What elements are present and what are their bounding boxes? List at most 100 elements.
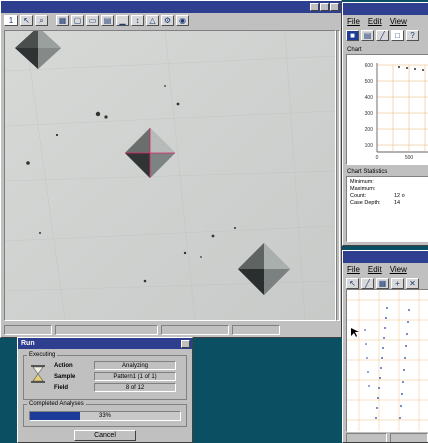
- action-label: Action: [54, 362, 73, 369]
- pattern-delete-icon[interactable]: ✕: [406, 278, 419, 289]
- magnify-tool-icon[interactable]: ⌕: [35, 15, 48, 26]
- stat-label: Case Depth:: [350, 200, 381, 206]
- hourglass-icon: [30, 364, 46, 384]
- chart-print-icon[interactable]: □: [391, 30, 404, 41]
- executing-label: Executing: [29, 352, 56, 358]
- chart-data-points: [398, 66, 424, 71]
- minimize-button[interactable]: [310, 3, 319, 11]
- pattern-traverse-right: [399, 309, 410, 419]
- stat-row: Maximum:: [350, 186, 426, 193]
- settings-tool-icon[interactable]: ⚙: [161, 15, 174, 26]
- status-pane-3: [161, 325, 229, 335]
- executing-group: Executing Action Analyzing Sample Patter…: [23, 352, 187, 400]
- grid-tool-icon[interactable]: ▦: [56, 15, 69, 26]
- y-tick-label: 200: [365, 127, 374, 133]
- field-label: Field: [54, 384, 69, 391]
- pattern-status-pane-2: [390, 433, 428, 442]
- zoom-select[interactable]: 1: [4, 15, 18, 26]
- maximize-button[interactable]: [320, 3, 329, 11]
- chart-help-icon[interactable]: ?: [406, 30, 419, 41]
- table-tool-icon[interactable]: ▤: [101, 15, 114, 26]
- run-dialog-title: Run: [21, 340, 35, 347]
- chart-panel: 600 500 400 300 200 100 0 500: [346, 54, 428, 165]
- menu-edit[interactable]: Edit: [368, 17, 382, 26]
- run-dialog-close-button[interactable]: [181, 339, 190, 348]
- stat-label: Minimum:: [350, 179, 374, 185]
- measure-tool-icon[interactable]: ↕: [131, 15, 144, 26]
- analysis-progress-bar: 33%: [29, 411, 181, 421]
- stat-row: Minimum:: [350, 179, 426, 186]
- chart-window-titlebar[interactable]: [343, 3, 428, 15]
- cancel-button[interactable]: Cancel: [74, 430, 136, 441]
- y-tick-label: 300: [365, 111, 374, 117]
- sample-label: Sample: [54, 373, 76, 380]
- sample-value: Pattern1 (1 of 1): [94, 372, 176, 381]
- image-toolbar: 1 ↖ ⌕ ▦ ▢ ▭ ▤ ▁ ↕ △ ⚙ ◉: [1, 13, 341, 28]
- chart-group-label: Chart: [347, 47, 362, 53]
- micrograph-viewport[interactable]: [4, 30, 336, 321]
- status-pane-2: [55, 325, 158, 335]
- chart-graph-icon[interactable]: ╱: [376, 30, 389, 41]
- rect-tool-icon[interactable]: ▭: [86, 15, 99, 26]
- chart-table-icon[interactable]: ▤: [361, 30, 374, 41]
- image-window: 1 ↖ ⌕ ▦ ▢ ▭ ▤ ▁ ↕ △ ⚙ ◉: [0, 0, 342, 338]
- stat-label: Maximum:: [350, 186, 376, 192]
- pattern-status-pane-1: [346, 433, 388, 442]
- close-button[interactable]: [330, 3, 339, 11]
- y-tick-label: 600: [365, 63, 374, 69]
- menu-view[interactable]: View: [390, 17, 407, 26]
- pattern-window: File Edit View ↖ ╱ ▦ + ✕: [342, 250, 428, 443]
- menu-view[interactable]: View: [390, 265, 407, 274]
- pattern-pointer-icon: [351, 328, 359, 337]
- pattern-menu-bar: File Edit View: [343, 263, 428, 276]
- pattern-canvas[interactable]: [346, 289, 428, 432]
- pattern-pointer-icon[interactable]: ↖: [346, 278, 359, 289]
- camera-tool-icon[interactable]: ◉: [176, 15, 189, 26]
- chart-toolbar: ■ ▤ ╱ □ ?: [343, 28, 428, 43]
- chart-statistics-label: Chart Statistics: [347, 169, 388, 175]
- chart-menu-bar: File Edit View: [343, 15, 428, 28]
- completed-analyses-group: Completed Analyses 33%: [23, 401, 187, 427]
- run-dialog-titlebar[interactable]: Run: [18, 338, 192, 349]
- image-window-titlebar[interactable]: [1, 1, 341, 13]
- chart-statistics-panel: Minimum: Maximum: Count: 12 o Case Depth:…: [346, 176, 428, 242]
- stat-label: Count:: [350, 193, 367, 199]
- pattern-add-icon[interactable]: +: [391, 278, 404, 289]
- stat-row: Case Depth: 14: [350, 200, 426, 207]
- image-vertical-scrollbar[interactable]: [336, 30, 340, 321]
- run-row-sample: Sample Pattern1 (1 of 1): [54, 372, 176, 381]
- x-tick-label: 0: [376, 155, 379, 161]
- menu-file[interactable]: File: [347, 265, 360, 274]
- pattern-traverse-extra: [364, 329, 370, 387]
- stat-value: 12 o: [394, 193, 405, 199]
- y-tick-label: 400: [365, 95, 374, 101]
- chart-axes: [376, 63, 428, 153]
- analysis-progress-text: 33%: [98, 413, 111, 419]
- y-tick-label: 500: [365, 79, 374, 85]
- image-status-bar: [4, 325, 338, 335]
- pattern-traverse-left: [375, 307, 388, 419]
- action-value: Analyzing: [94, 361, 176, 370]
- chart-open-icon[interactable]: ■: [346, 30, 359, 41]
- y-tick-label: 100: [365, 143, 374, 149]
- pattern-window-titlebar[interactable]: [343, 251, 428, 263]
- status-pane-4: [232, 325, 280, 335]
- run-row-action: Action Analyzing: [54, 361, 176, 370]
- field-value: 8 of 12: [94, 383, 176, 392]
- micrograph-image: [5, 31, 335, 320]
- pattern-line-icon[interactable]: ╱: [361, 278, 374, 289]
- completed-analyses-label: Completed Analyses: [29, 401, 84, 407]
- depth-chart: 600 500 400 300 200 100 0 500: [365, 63, 428, 161]
- indent-tool-icon[interactable]: △: [146, 15, 159, 26]
- pointer-tool-icon[interactable]: ↖: [20, 15, 33, 26]
- frame-tool-icon[interactable]: ▢: [71, 15, 84, 26]
- status-pane-1: [4, 325, 52, 335]
- pattern-grid-icon[interactable]: ▦: [376, 278, 389, 289]
- menu-file[interactable]: File: [347, 17, 360, 26]
- chart-tool-icon[interactable]: ▁: [116, 15, 129, 26]
- menu-edit[interactable]: Edit: [368, 265, 382, 274]
- indent-pattern-plot: [347, 290, 428, 431]
- run-row-field: Field 8 of 12: [54, 383, 176, 392]
- chart-window: File Edit View ■ ▤ ╱ □ ? Chart 600 500 4…: [342, 2, 428, 246]
- chart-gridlines: [377, 64, 428, 151]
